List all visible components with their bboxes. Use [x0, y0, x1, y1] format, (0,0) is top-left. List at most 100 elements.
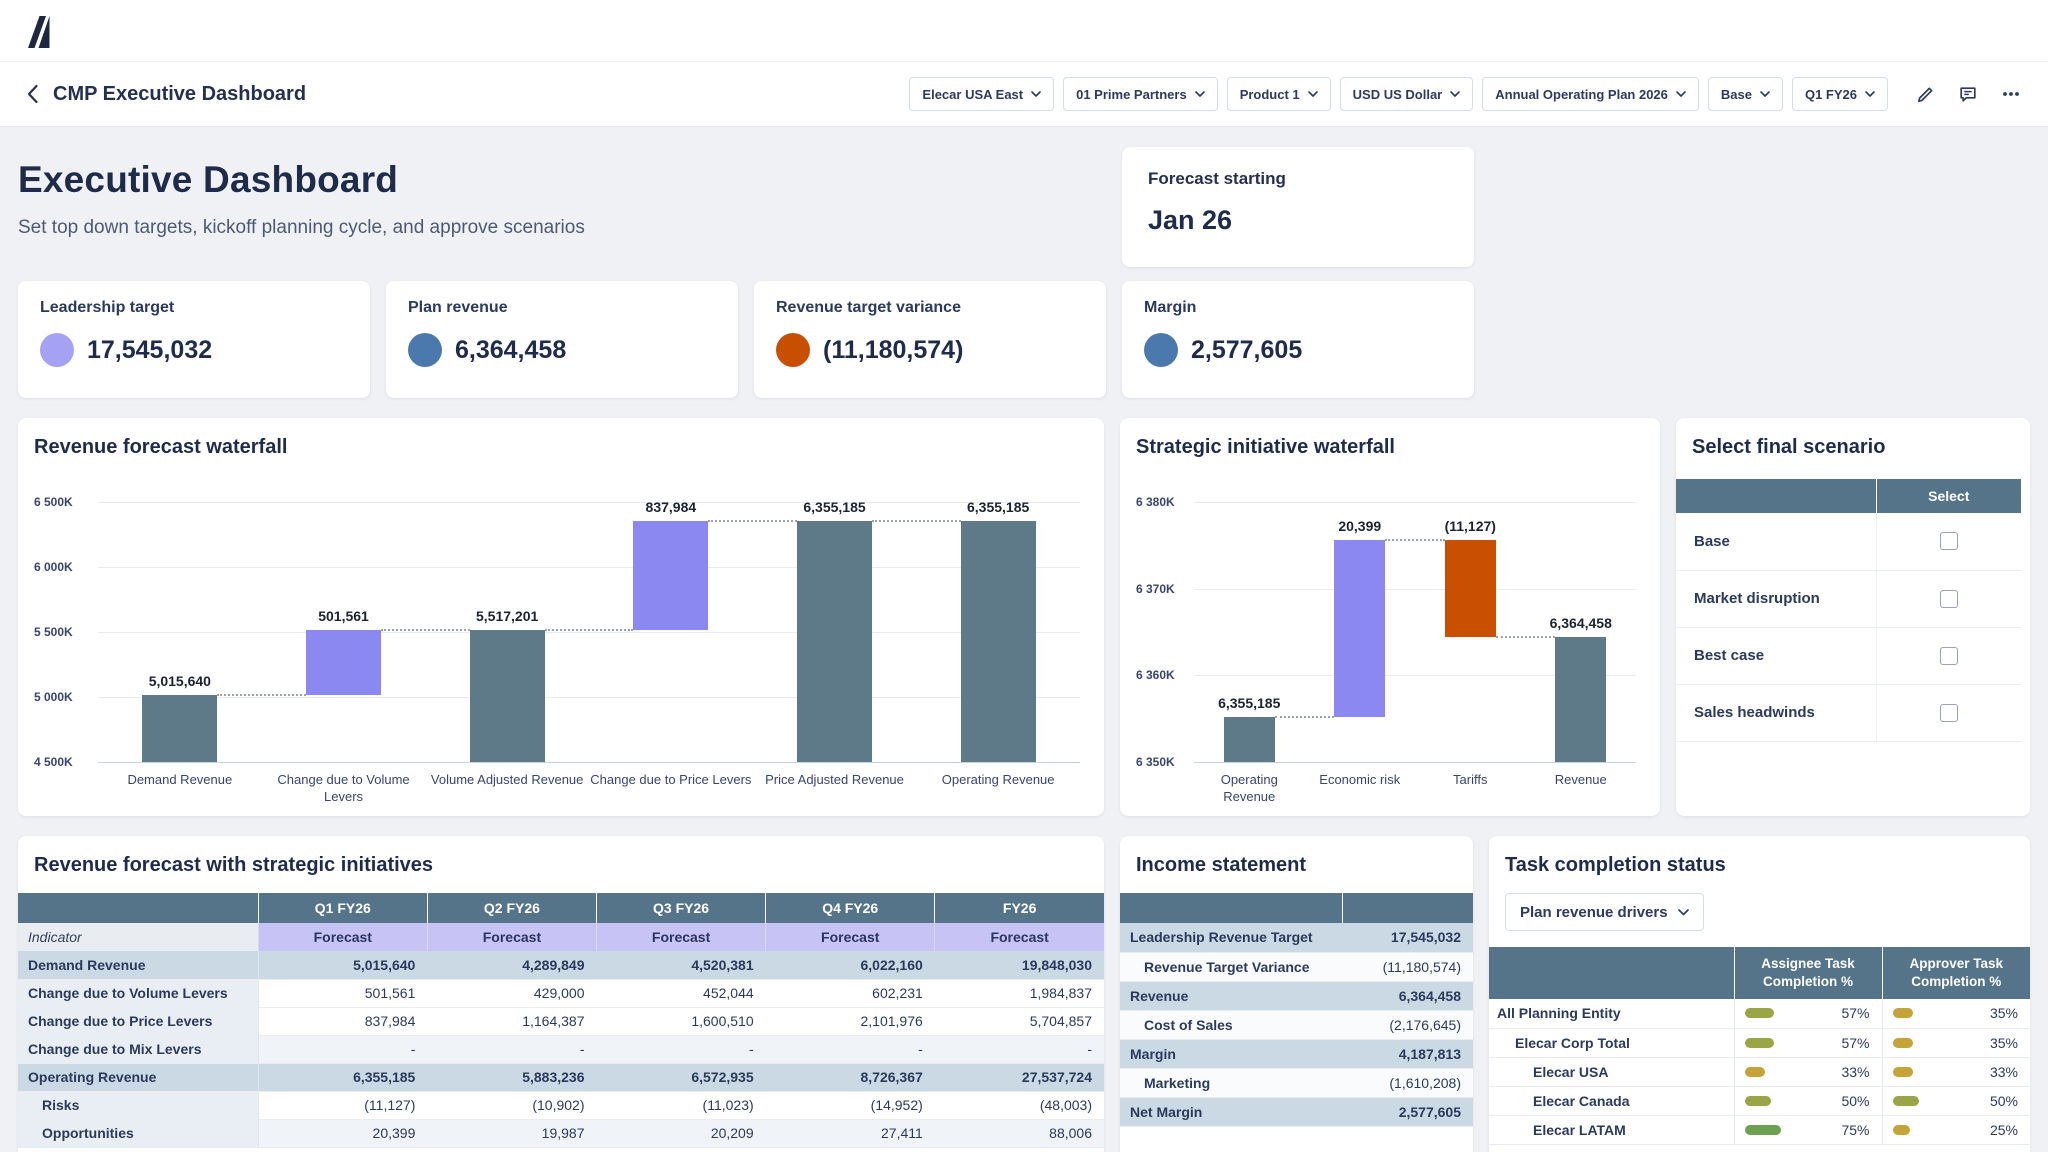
filter-bar: Elecar USA East 01 Prime Partners Product …	[909, 77, 1888, 111]
revenue-corner-indicator: Indicator	[18, 923, 258, 951]
kpi-card-margin: Margin 2,577,605	[1122, 281, 1474, 398]
scenario-row-base: Base	[1676, 513, 2021, 570]
row-label: Revenue	[1120, 981, 1342, 1010]
dropdown-label: Plan revenue drivers	[1520, 904, 1668, 921]
scenario-checkbox-best-case[interactable]	[1940, 647, 1958, 665]
scenario-checkbox-market-disruption[interactable]	[1940, 590, 1958, 608]
top-logo-bar	[0, 0, 2048, 62]
scenario-header-blank	[1676, 479, 1876, 513]
assignee-percent: 50%	[1841, 1093, 1869, 1109]
row-label: Change due to Price Levers	[18, 1007, 258, 1035]
more-icon[interactable]	[2000, 84, 2022, 104]
cell-value: 6,572,935	[597, 1063, 766, 1091]
bar-category-label: Operating Revenue	[1194, 772, 1305, 806]
income-header-blank	[1120, 893, 1342, 923]
filter-elecar-usa-east[interactable]: Elecar USA East	[909, 77, 1054, 111]
row-label: Marketing	[1120, 1068, 1342, 1097]
comment-icon[interactable]	[1958, 84, 1978, 104]
gridline	[98, 567, 1080, 568]
kpi-line: 2,577,605	[1144, 333, 1452, 367]
filter-label-01-prime-partners: 01 Prime Partners	[1076, 87, 1187, 102]
waterfall-bar-economic-risk	[1334, 540, 1385, 717]
waterfall-connector	[1385, 539, 1445, 541]
cell-value: 27,537,724	[935, 1063, 1104, 1091]
plan-revenue-drivers-dropdown[interactable]: Plan revenue drivers	[1505, 893, 1704, 931]
task-header-approver-task-completion: Approver Task Completion %	[1882, 947, 2030, 999]
row-label: Elecar Corp Total	[1489, 1028, 1734, 1057]
cell-value: 6,364,458	[1342, 981, 1473, 1010]
cell-value: (11,023)	[597, 1091, 766, 1119]
revenue-table-subheader-row: IndicatorForecastForecastForecastForecas…	[18, 923, 1104, 951]
cell-value: (1,610,208)	[1342, 1068, 1473, 1097]
cell-value: 20,209	[597, 1119, 766, 1147]
row-label: Margin	[1120, 1039, 1342, 1068]
approver-percent: 35%	[1990, 1035, 2018, 1051]
task-table: Assignee Task Completion %Approver Task …	[1489, 947, 2030, 1145]
pill-cell: 25%	[1883, 1122, 2031, 1138]
task-table-body: All Planning Entity57%35%Elecar Corp Tot…	[1489, 999, 2030, 1144]
cell-value: 4,289,849	[427, 951, 596, 979]
row-label: Operating Revenue	[18, 1063, 258, 1091]
edit-icon[interactable]	[1916, 84, 1936, 104]
scenario-table-body: BaseMarket disruptionBest caseSales head…	[1676, 513, 2021, 741]
revenue-header-blank	[18, 893, 258, 923]
table-row-change-due-to-mix-levers: Change due to Mix Levers-----	[18, 1035, 1104, 1063]
toolbar-icons	[1916, 84, 2022, 104]
revenue-subheader-forecast: Forecast	[766, 923, 935, 951]
page-title: CMP Executive Dashboard	[53, 83, 306, 106]
y-axis-tick: 6 500K	[34, 494, 73, 510]
filter-label-annual-operating-plan-2026: Annual Operating Plan 2026	[1495, 87, 1668, 102]
bar-value-label: (11,127)	[1395, 518, 1546, 534]
cell-value: 17,545,032	[1342, 923, 1473, 952]
cell-value: 19,848,030	[935, 951, 1104, 979]
scenario-label: Sales headwinds	[1676, 684, 1876, 741]
pill-cell: 75%	[1735, 1122, 1882, 1138]
approver-cell: 33%	[1882, 1057, 2030, 1086]
filter-base[interactable]: Base	[1708, 77, 1783, 111]
task-header-assignee-task-completion: Assignee Task Completion %	[1734, 947, 1882, 999]
income-row-margin: Margin4,187,813	[1120, 1039, 1473, 1068]
filter-product-1[interactable]: Product 1	[1227, 77, 1331, 111]
assignee-cell: 57%	[1734, 999, 1882, 1028]
strategic-waterfall-panel: Strategic initiative waterfall 6 350K6 3…	[1120, 418, 1660, 816]
kpi-color-dot	[40, 333, 74, 367]
waterfall-bar-demand-revenue	[142, 695, 217, 762]
scenario-row-market-disruption: Market disruption	[1676, 570, 2021, 627]
filter-01-prime-partners[interactable]: 01 Prime Partners	[1063, 77, 1218, 111]
cell-value: 429,000	[427, 979, 596, 1007]
revenue-header-q4-fy26: Q4 FY26	[766, 893, 935, 923]
y-axis-tick: 4 500K	[34, 754, 73, 770]
pill-cell: 57%	[1735, 1005, 1882, 1021]
back-chevron-icon[interactable]	[26, 84, 39, 104]
gridline	[98, 632, 1080, 633]
kpi-label: Plan revenue	[408, 299, 716, 317]
filter-annual-operating-plan-2026[interactable]: Annual Operating Plan 2026	[1482, 77, 1699, 111]
forecast-card-label: Forecast starting	[1148, 169, 1448, 189]
income-row-revenue: Revenue6,364,458	[1120, 981, 1473, 1010]
waterfall-connector	[217, 694, 306, 696]
cell-value: 452,044	[597, 979, 766, 1007]
scenario-checkbox-base[interactable]	[1940, 532, 1958, 550]
filter-q1-fy26[interactable]: Q1 FY26	[1792, 77, 1888, 111]
filter-usd-us-dollar[interactable]: USD US Dollar	[1340, 77, 1474, 111]
chart-title: Revenue forecast waterfall	[18, 418, 1104, 459]
assignee-progress-pill	[1745, 1096, 1771, 1106]
kpi-line: 6,364,458	[408, 333, 716, 367]
cell-value: (11,127)	[258, 1091, 427, 1119]
task-panel-title: Task completion status	[1489, 836, 2030, 877]
scenario-checkbox-sales-headwinds[interactable]	[1940, 704, 1958, 722]
kpi-line: 17,545,032	[40, 333, 348, 367]
cell-value: 2,577,605	[1342, 1097, 1473, 1126]
y-axis-tick: 6 350K	[1136, 754, 1175, 770]
scenario-row-best-case: Best case	[1676, 627, 2021, 684]
waterfall-bar-operating-revenue	[961, 521, 1036, 762]
strategic-waterfall-chart: 6 350K6 360K6 370K6 380K6,355,185Operati…	[1136, 476, 1644, 808]
row-label: Risks	[18, 1091, 258, 1119]
gridline	[1194, 502, 1636, 503]
kpi-label: Margin	[1144, 299, 1452, 317]
cell-value: -	[597, 1035, 766, 1063]
revenue-subheader-forecast: Forecast	[427, 923, 596, 951]
cell-value: 4,520,381	[597, 951, 766, 979]
scenario-label: Base	[1676, 513, 1876, 570]
dashboard-title: Executive Dashboard	[18, 159, 1106, 201]
